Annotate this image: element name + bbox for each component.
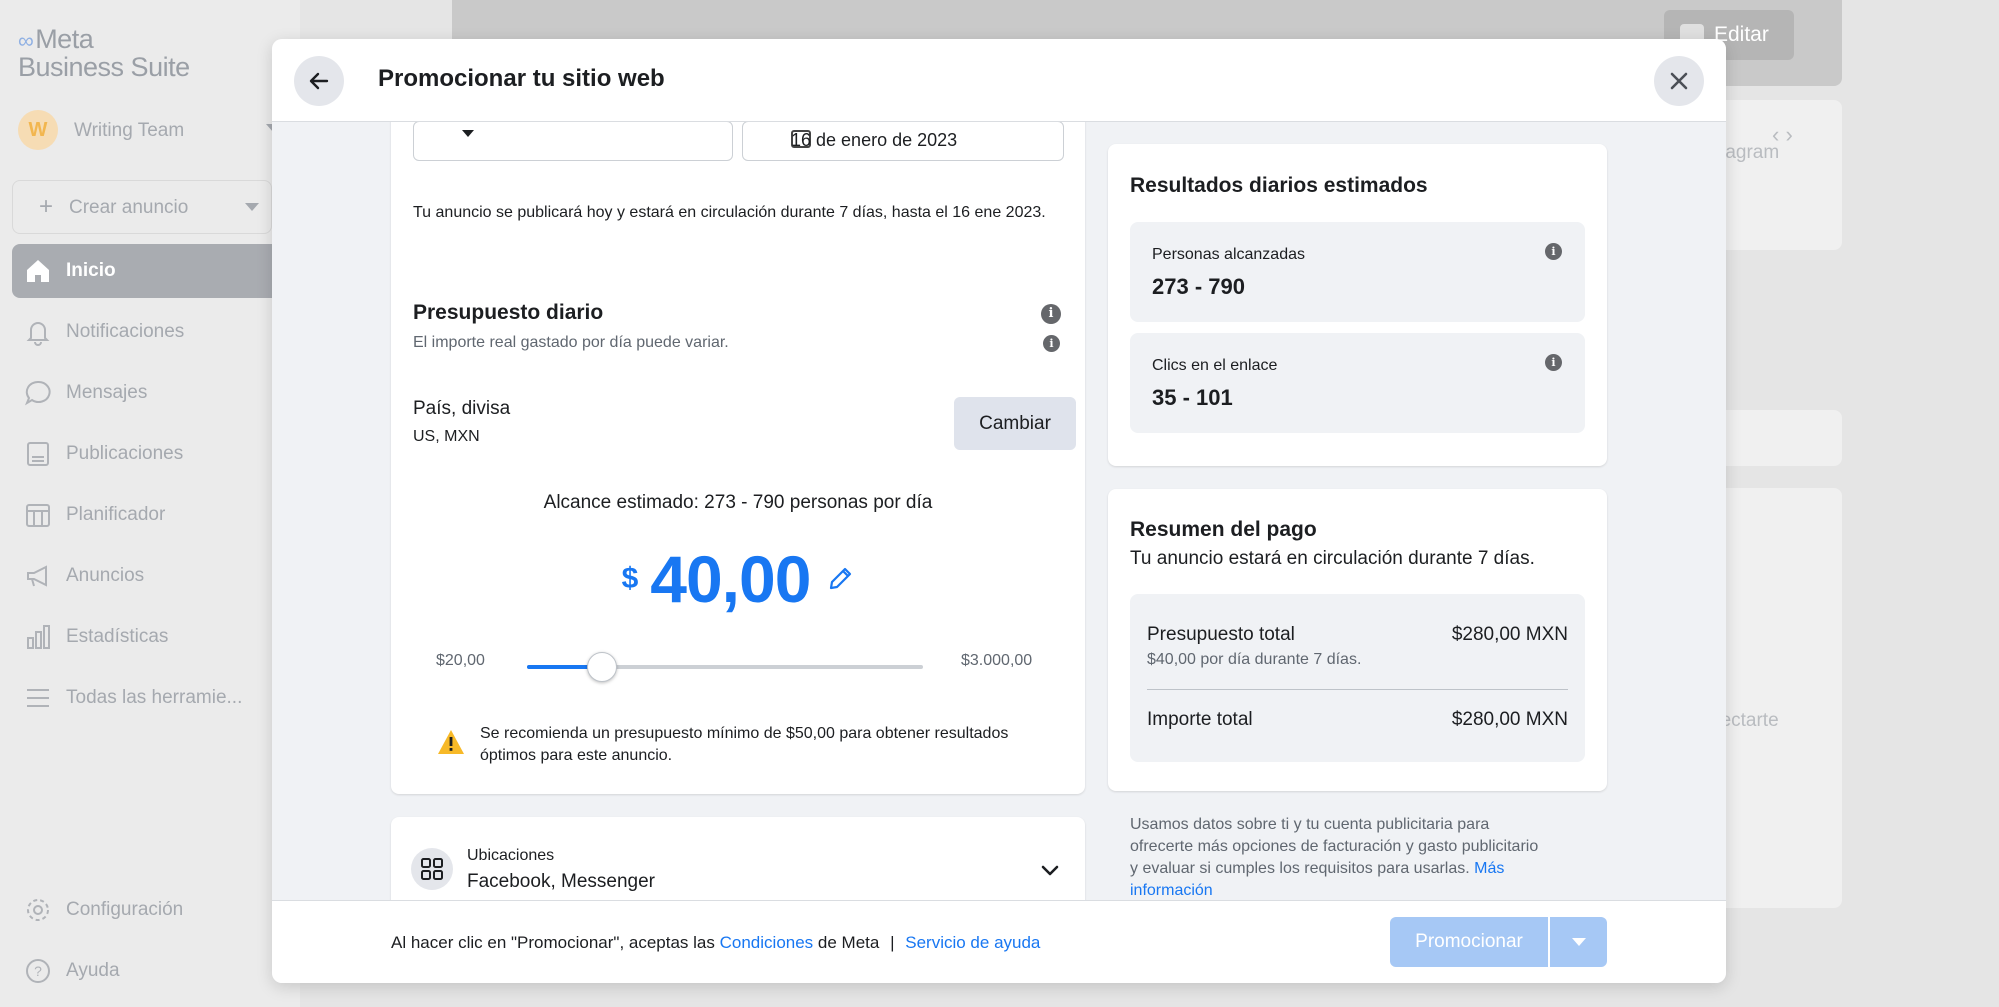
pencil-icon[interactable] (826, 565, 854, 593)
close-button[interactable] (1654, 56, 1704, 106)
sidebar-item-mensajes[interactable]: Mensajes (12, 366, 292, 420)
currency-symbol: $ (621, 562, 639, 595)
slider-max-label: $3.000,00 (961, 652, 1033, 669)
close-icon (1670, 72, 1688, 90)
sidebar: ∞Meta Business Suite W Writing Team + Cr… (0, 0, 300, 1007)
people-reached-box: Personas alcanzadas 273 - 790 i (1130, 222, 1585, 322)
payment-summary-card: Resumen del pago Tu anuncio estará en ci… (1108, 489, 1607, 791)
total-budget-label: Presupuesto total (1147, 624, 1295, 645)
billing-disclaimer: Usamos datos sobre ti y tu cuenta public… (1130, 816, 1539, 899)
dialog-footer: Al hacer clic en "Promocionar", aceptas … (272, 900, 1726, 983)
total-budget-value: $280,00 MXN (1451, 624, 1568, 645)
total-budget-note: $40,00 por día durante 7 días. (1147, 651, 1362, 668)
payment-breakdown: Presupuesto total $280,00 MXN $40,00 por… (1130, 594, 1585, 762)
estimated-results-title: Resultados diarios estimados (1130, 174, 1428, 197)
slider-min-label: $20,00 (436, 652, 485, 669)
daily-amount-value: 40,00 (650, 542, 811, 616)
placements-icon (411, 848, 453, 890)
dialog-header: Promocionar tu sitio web (272, 39, 1726, 122)
estimated-results-card: Resultados diarios estimados Personas al… (1108, 144, 1607, 466)
home-icon (27, 260, 49, 282)
arrow-left-icon (309, 72, 329, 90)
meta-business-suite-logo: ∞Meta Business Suite (18, 24, 190, 82)
help-icon: ? (26, 959, 50, 983)
end-date-field[interactable]: 16 de enero de 2023 (742, 121, 1064, 161)
sidebar-item-planificador[interactable]: Planificador (12, 488, 292, 542)
help-center-link[interactable]: Servicio de ayuda (905, 933, 1040, 952)
avatar: W (18, 110, 58, 150)
bar-chart-icon (27, 625, 50, 649)
country-currency-value: US, MXN (413, 428, 480, 445)
sidebar-item-ayuda[interactable]: ? Ayuda (12, 944, 292, 998)
account-switcher[interactable]: W Writing Team (12, 104, 280, 156)
info-icon[interactable]: i (1043, 335, 1060, 352)
sidebar-item-publicaciones[interactable]: Publicaciones (12, 427, 292, 481)
daily-amount: $40,00 (391, 541, 1085, 617)
schedule-budget-card: 16 de enero de 2023 Tu anuncio se public… (391, 79, 1085, 794)
sidebar-item-configuracion[interactable]: Configuración (12, 883, 292, 937)
payment-summary-subtitle: Tu anuncio estará en circulación durante… (1130, 548, 1535, 569)
account-name: Writing Team (74, 120, 185, 141)
separator: | (890, 933, 895, 952)
divider (1147, 689, 1568, 690)
estimated-reach: Alcance estimado: 273 - 790 personas por… (543, 492, 933, 513)
menu-icon (27, 689, 49, 707)
daily-budget-subtitle: El importe real gastado por día puede va… (413, 334, 729, 351)
duration-select[interactable] (413, 121, 733, 161)
budget-slider[interactable] (527, 652, 923, 682)
create-ad-button[interactable]: + Crear anuncio (12, 180, 272, 234)
run-duration-note: Tu anuncio se publicará hoy y estará en … (413, 204, 1046, 221)
sidebar-item-anuncios[interactable]: Anuncios (12, 549, 292, 603)
link-clicks-box: Clics en el enlace 35 - 101 i (1130, 333, 1585, 433)
link-clicks-value: 35 - 101 (1152, 385, 1233, 410)
meta-logo-icon: ∞ (18, 28, 34, 53)
sidebar-item-estadisticas[interactable]: Estadísticas (12, 610, 292, 664)
chevron-down-icon (1572, 938, 1586, 946)
budget-warning: Se recomienda un presupuesto mínimo de $… (480, 725, 1009, 764)
info-icon[interactable]: i (1041, 304, 1061, 324)
placements-label: Ubicaciones (467, 847, 555, 864)
grid-icon (421, 858, 443, 880)
terms-link[interactable]: Condiciones (720, 933, 814, 952)
svg-text:?: ? (34, 963, 42, 979)
country-currency-label: País, divisa (413, 398, 511, 419)
info-icon[interactable]: i (1545, 354, 1562, 371)
calendar-grid-icon (26, 504, 50, 527)
daily-budget-title: Presupuesto diario (413, 301, 604, 324)
info-icon[interactable]: i (1545, 243, 1562, 260)
terms-notice: Al hacer clic en "Promocionar", aceptas … (391, 933, 1041, 952)
total-amount-value: $280,00 MXN (1451, 709, 1568, 730)
chevron-down-icon[interactable] (245, 203, 259, 211)
chevron-down-icon (462, 130, 474, 137)
change-country-button[interactable]: Cambiar (954, 397, 1076, 450)
sidebar-item-notificaciones[interactable]: Notificaciones (12, 305, 292, 359)
total-amount-label: Importe total (1147, 709, 1253, 730)
promote-website-dialog: Promocionar tu sitio web 16 de enero de … (272, 39, 1726, 983)
slider-handle[interactable] (587, 652, 618, 682)
promote-button[interactable]: Promocionar (1390, 917, 1548, 967)
chevron-down-icon[interactable] (1039, 859, 1061, 881)
message-icon (24, 380, 51, 406)
sidebar-item-todas-herramientas[interactable]: Todas las herramie... (12, 671, 292, 725)
sidebar-item-inicio[interactable]: Inicio (12, 244, 292, 298)
back-button[interactable] (294, 56, 344, 106)
megaphone-icon (27, 565, 47, 587)
placements-value: Facebook, Messenger (467, 871, 655, 892)
warning-icon (438, 730, 464, 754)
posts-icon (27, 442, 49, 466)
dialog-title: Promocionar tu sitio web (378, 65, 665, 92)
gear-icon (27, 899, 49, 921)
payment-summary-title: Resumen del pago (1130, 518, 1317, 541)
plus-icon: + (39, 193, 54, 220)
promote-options-button[interactable] (1550, 917, 1607, 967)
bell-icon (26, 322, 50, 346)
people-reached-value: 273 - 790 (1152, 274, 1245, 299)
